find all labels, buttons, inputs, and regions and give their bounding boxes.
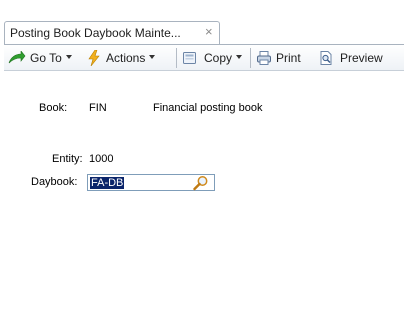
lightning-icon <box>88 50 100 66</box>
tab-strip: Posting Book Daybook Mainte... × <box>0 0 404 44</box>
entity-label: Entity: <box>52 153 83 165</box>
daybook-label: Daybook: <box>31 176 78 188</box>
copy-icon <box>183 52 196 64</box>
tab-title: Posting Book Daybook Mainte... <box>10 26 181 40</box>
book-code-value: FIN <box>89 102 107 114</box>
entity-value: 1000 <box>89 153 114 165</box>
preview-icon <box>320 51 332 65</box>
chevron-down-icon <box>65 55 72 59</box>
tab-posting-book-daybook[interactable]: Posting Book Daybook Mainte... × <box>4 21 220 44</box>
toolbar-separator <box>250 48 251 68</box>
toolbar-separator <box>176 48 177 68</box>
actions-button[interactable]: Actions <box>88 50 156 66</box>
preview-button[interactable]: Preview <box>318 50 383 66</box>
toolbar: Go To Actions Copy Print Preview <box>4 44 404 71</box>
printer-icon <box>257 51 271 65</box>
book-description-value: Financial posting book <box>153 102 263 114</box>
tab-close-icon[interactable]: × <box>205 24 213 40</box>
goto-button[interactable]: Go To <box>8 50 72 66</box>
copy-label: Copy <box>204 51 233 65</box>
goto-label: Go To <box>30 51 62 65</box>
chevron-down-icon <box>236 55 243 59</box>
form-panel: Book: FIN Financial posting book Entity:… <box>4 71 404 311</box>
book-label: Book: <box>39 102 68 114</box>
green-arrow-icon <box>8 51 26 64</box>
print-button[interactable]: Print <box>256 50 301 66</box>
daybook-maintenance-window: Posting Book Daybook Mainte... × Go To A… <box>0 0 404 327</box>
print-label: Print <box>276 51 301 65</box>
daybook-selected-text: FA-DB <box>90 177 125 189</box>
preview-label: Preview <box>340 51 383 65</box>
copy-button[interactable]: Copy <box>182 50 243 66</box>
magnifier-icon[interactable] <box>193 175 209 191</box>
chevron-down-icon <box>149 55 156 59</box>
daybook-field[interactable]: FA-DB <box>87 174 215 191</box>
actions-label: Actions <box>106 51 146 65</box>
